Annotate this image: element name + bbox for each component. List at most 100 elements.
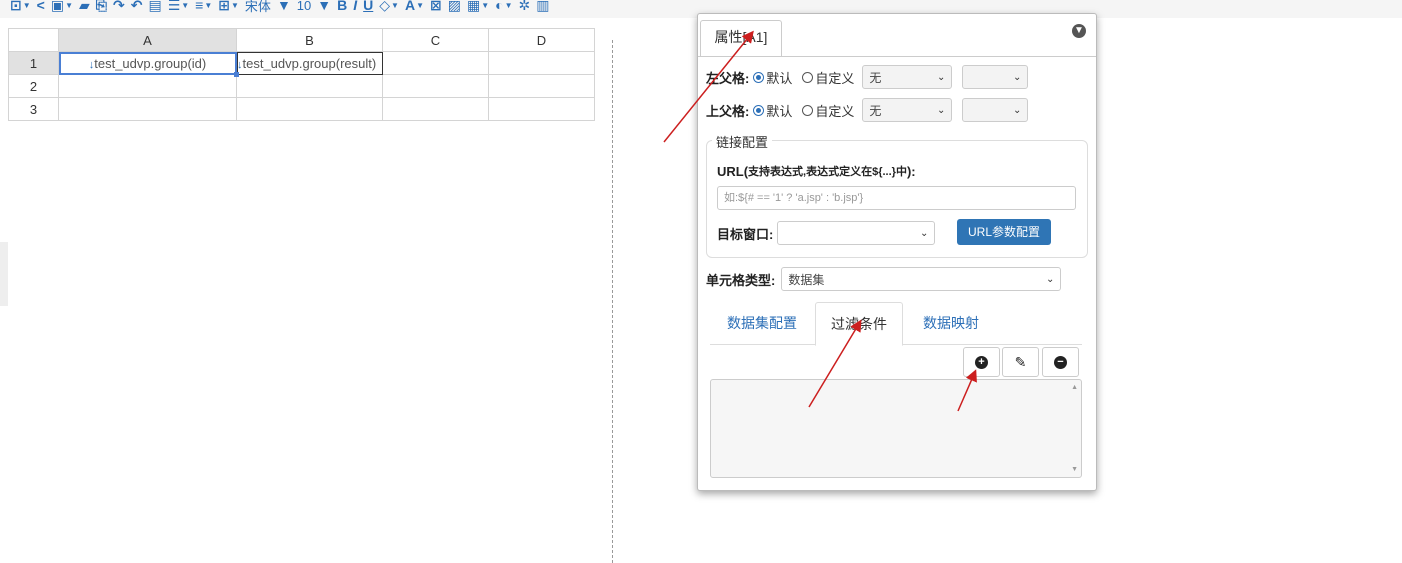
cell-b3[interactable] [236, 97, 383, 121]
cell-d3[interactable] [488, 97, 595, 121]
chevron-down-icon: ▼ [317, 0, 332, 13]
image-icon[interactable]: ▨ [448, 0, 461, 14]
radio-label: 默认 [766, 70, 793, 86]
share-icon[interactable]: < [37, 0, 45, 13]
chevron-down-icon: ⌄ [1012, 104, 1022, 116]
corner-header[interactable] [8, 28, 59, 52]
top-parent-row: 上父格: 默认 自定义 无 ⌄ ⌄ [706, 98, 1029, 122]
undo-icon[interactable]: ↶ [131, 0, 143, 14]
radio-label: 自定义 [815, 70, 855, 86]
chevron-down-icon: ⌄ [936, 71, 946, 83]
column-header-a[interactable]: A [58, 28, 237, 52]
cell-type-select[interactable]: 数据集 ⌄ [781, 267, 1062, 291]
top-parent-cell-select[interactable]: ⌄ [962, 98, 1029, 122]
remove-condition-button[interactable]: − [1042, 347, 1079, 377]
tab-properties[interactable]: 属性[A1] [700, 20, 782, 57]
export-icon[interactable]: ⎘ [96, 0, 107, 14]
cell-b2[interactable] [236, 74, 383, 98]
chart-icon[interactable]: ◐ ▼ [495, 0, 512, 13]
tab-data-mapping[interactable]: 数据映射 [908, 302, 994, 344]
cell-b1-value: test_udvp.group(result) [242, 55, 377, 71]
border-icon[interactable]: ⊞ ▼ [218, 0, 239, 14]
side-handle[interactable] [0, 242, 8, 306]
open-folder-icon[interactable]: ▰ [79, 0, 90, 14]
url-label-suffix: ): [906, 163, 916, 179]
clear-format-icon[interactable]: ⊠ [430, 0, 442, 14]
properties-icon[interactable]: ▥ [536, 0, 549, 14]
target-window-select[interactable]: ⌄ [777, 221, 936, 245]
chevron-down-icon: ⌄ [1012, 71, 1022, 83]
row-header-1[interactable]: 1 [8, 51, 59, 75]
radio-label: 默认 [766, 103, 793, 119]
italic-button[interactable]: I [353, 0, 357, 13]
collapse-icon[interactable]: ▼ [1072, 24, 1086, 38]
cell-a3[interactable] [58, 97, 237, 121]
left-parent-default-radio[interactable]: 默认 [753, 68, 792, 87]
cell-a1-value: test_udvp.group(id) [94, 55, 207, 71]
valign-icon[interactable]: ≡ ▼ [195, 0, 212, 13]
cell-c3[interactable] [382, 97, 489, 121]
top-parent-select[interactable]: 无 ⌄ [862, 98, 953, 122]
chevron-down-icon: ▼ [276, 0, 291, 13]
align-icon[interactable]: ☰ ▼ [168, 0, 189, 14]
cell-a2[interactable] [58, 74, 237, 98]
format-icon[interactable]: ▤ [148, 0, 161, 14]
plus-circle-icon: + [975, 355, 988, 369]
left-parent-custom-radio[interactable]: 自定义 [802, 68, 854, 87]
row-header-3[interactable]: 3 [8, 97, 59, 121]
radio-unchecked-icon [802, 104, 814, 116]
fill-handle[interactable] [234, 72, 239, 77]
select-value: 无 [869, 103, 882, 118]
preview-icon[interactable]: ⊡ ▼ [10, 0, 31, 14]
cell-c1[interactable] [382, 51, 489, 75]
url-param-config-button[interactable]: URL参数配置 [957, 219, 1051, 245]
font-color-icon[interactable]: A ▼ [405, 0, 424, 13]
left-parent-row: 左父格: 默认 自定义 无 ⌄ ⌄ [706, 65, 1029, 89]
cell-a1[interactable]: ↓test_udvp.group(id) [58, 51, 239, 77]
url-input[interactable]: 如:${# == '1' ? 'a.jsp' : 'b.jsp'} [717, 186, 1076, 210]
cell-d2[interactable] [488, 74, 595, 98]
left-parent-cell-select[interactable]: ⌄ [962, 65, 1029, 89]
column-header-d[interactable]: D [488, 28, 595, 52]
font-name-select[interactable]: 宋体 [245, 0, 271, 15]
edit-condition-button[interactable]: ✎ [1002, 347, 1039, 377]
add-condition-button[interactable]: + [963, 347, 1000, 377]
top-parent-default-radio[interactable]: 默认 [753, 101, 792, 120]
radio-checked-icon [753, 71, 765, 83]
scroll-up-icon[interactable]: ▲ [1071, 384, 1078, 391]
save-icon[interactable]: ▣ ▼ [51, 0, 73, 14]
url-label: URL(支持表达式,表达式定义在${...}中): [717, 163, 916, 179]
page-boundary-divider [612, 40, 613, 563]
fill-color-icon[interactable]: ◇ ▼ [379, 0, 399, 14]
radio-unchecked-icon [802, 71, 814, 83]
settings-icon[interactable]: ✲ [519, 0, 531, 14]
column-header-b[interactable]: B [236, 28, 383, 52]
spreadsheet-grid: A B C D 1 ↓test_udvp.group(id) ↓test_udv… [8, 28, 595, 121]
top-parent-custom-radio[interactable]: 自定义 [802, 101, 854, 120]
scroll-down-icon[interactable]: ▼ [1071, 466, 1078, 473]
filter-condition-list[interactable]: ▲ ▼ [710, 379, 1082, 478]
row-header-2[interactable]: 2 [8, 74, 59, 98]
redo-icon[interactable]: ↷ [113, 0, 125, 14]
left-parent-select[interactable]: 无 ⌄ [862, 65, 953, 89]
select-value: 数据集 [788, 272, 825, 287]
tab-dataset-config[interactable]: 数据集配置 [714, 302, 810, 344]
edit-icon: ✎ [1014, 353, 1027, 370]
left-parent-label: 左父格: [706, 70, 750, 86]
radio-label: 自定义 [815, 103, 855, 119]
font-size-select[interactable]: 10 [297, 0, 311, 13]
cell-c2[interactable] [382, 74, 489, 98]
top-parent-label: 上父格: [706, 103, 750, 119]
tab-filter-condition[interactable]: 过滤条件 [815, 302, 903, 346]
underline-button[interactable]: U [363, 0, 373, 13]
bold-button[interactable]: B [337, 0, 347, 13]
cell-type-label: 单元格类型: [706, 272, 776, 288]
cell-d1[interactable] [488, 51, 595, 75]
link-config-legend: 链接配置 [712, 132, 773, 151]
chevron-down-icon: ⌄ [1045, 273, 1055, 285]
cell-b1[interactable]: ↓test_udvp.group(result) [236, 51, 383, 75]
qrcode-icon[interactable]: ▦ ▼ [467, 0, 489, 14]
radio-checked-icon [753, 104, 765, 116]
url-label-hint: 支持表达式,表达式定义在${...}中 [748, 166, 907, 178]
column-header-c[interactable]: C [382, 28, 489, 52]
